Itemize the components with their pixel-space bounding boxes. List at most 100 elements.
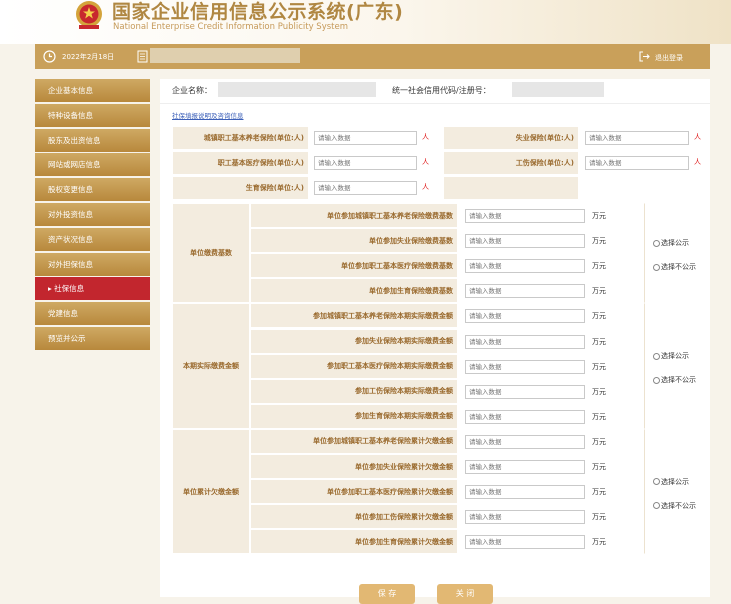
help-link[interactable]: 社保填报说明及咨询信息 <box>172 110 244 120</box>
row-input-actual-2[interactable] <box>465 359 585 374</box>
sidebar-item-equity-change[interactable]: 股权变更信息 <box>35 178 150 202</box>
row-input-arrears-0[interactable] <box>465 434 585 449</box>
publicity-options: 选择公示 选择不公示 <box>644 303 704 429</box>
logout-icon[interactable] <box>638 50 651 63</box>
row-input-base-1[interactable] <box>465 234 585 249</box>
radio-private-base[interactable]: 选择不公示 <box>653 262 696 272</box>
radio-circle-icon[interactable] <box>653 478 660 486</box>
insured-unit-unemployment: 人 <box>694 133 701 141</box>
row-input-base-0[interactable] <box>465 209 585 223</box>
sidebar-item-party-building[interactable]: 党建信息 <box>35 302 150 326</box>
radio-label: 选择公示 <box>661 352 689 361</box>
row-input-arrears-2[interactable] <box>465 485 585 500</box>
row-input-base-3[interactable] <box>465 284 585 299</box>
radio-public-arrears[interactable]: 选择公示 <box>653 477 689 487</box>
radio-label: 选择不公示 <box>661 263 696 272</box>
row-label-base-0: 单位参加城镇职工基本养老保险缴费基数 <box>327 211 453 220</box>
row-value-cell: 万元 <box>458 529 644 555</box>
radio-circle-icon[interactable] <box>653 239 660 247</box>
row-unit: 万元 <box>592 237 606 246</box>
row-input-arrears-1[interactable] <box>465 460 585 474</box>
row-input-actual-4[interactable] <box>465 409 585 424</box>
row-input-actual-0[interactable] <box>465 309 585 324</box>
row-unit: 万元 <box>592 262 606 271</box>
national-emblem-icon <box>76 1 102 29</box>
sidebar-item-guarantee[interactable]: 对外担保信息 <box>35 252 150 276</box>
row-input-arrears-3[interactable] <box>465 510 585 525</box>
row-value-cell: 万元 <box>458 353 644 379</box>
sidebar-item-investment[interactable]: 对外投资信息 <box>35 202 150 226</box>
insured-input-pension[interactable] <box>314 131 417 145</box>
row-value-cell: 万元 <box>458 504 644 530</box>
logout-link[interactable]: 退出登录 <box>655 53 683 63</box>
row-label-base-1: 单位参加失业保险缴费基数 <box>369 236 453 245</box>
sidebar-item-social-security[interactable]: ▸ 社保信息 <box>35 277 150 301</box>
publicity-options: 选择公示 选择不公示 <box>644 203 704 304</box>
credit-code-label: 统一社会信用代码/注册号： <box>392 86 491 95</box>
row-unit: 万元 <box>592 513 606 522</box>
insured-cell-pension: 人 <box>309 126 443 150</box>
sidebar-item-assets[interactable]: 资产状况信息 <box>35 227 150 251</box>
radio-circle-icon[interactable] <box>653 502 660 510</box>
insured-label-pension: 城镇职工基本养老保险(单位:人) <box>203 134 304 142</box>
radio-label: 选择公示 <box>661 477 689 486</box>
row-value-cell: 万元 <box>458 303 644 329</box>
sidebar-item-special-equipment[interactable]: 特种设备信息 <box>35 103 150 127</box>
row-value-cell: 万元 <box>458 278 644 304</box>
row-value-cell: 万元 <box>458 378 644 404</box>
row-unit: 万元 <box>592 337 606 346</box>
row-unit: 万元 <box>592 463 606 471</box>
info-bar: 2022年2月18日 退出登录 <box>35 44 710 69</box>
insured-input-unemployment[interactable] <box>585 131 689 145</box>
radio-circle-icon[interactable] <box>653 263 660 271</box>
row-label-base-2: 单位参加职工基本医疗保险缴费基数 <box>341 261 453 270</box>
current-date: 2022年2月18日 <box>62 53 115 61</box>
row-input-actual-3[interactable] <box>465 384 585 399</box>
row-unit: 万元 <box>592 387 606 396</box>
row-label-actual-1: 参加失业保险本期实际缴费金额 <box>355 337 453 346</box>
credit-code-redacted <box>512 82 604 97</box>
sidebar-item-preview-publish[interactable]: 预览并公示 <box>35 326 150 350</box>
insured-input-maternity[interactable] <box>314 181 417 195</box>
row-unit: 万元 <box>592 488 606 497</box>
close-button[interactable]: 关 闭 <box>437 584 493 604</box>
row-unit: 万元 <box>592 287 606 296</box>
radio-public-actual[interactable]: 选择公示 <box>653 351 689 361</box>
radio-label: 选择公示 <box>661 239 689 248</box>
insured-input-medical[interactable] <box>314 156 417 170</box>
sidebar: 企业基本信息 特种设备信息 股东及出资信息 网站或网店信息 股权变更信息 对外投… <box>35 79 150 352</box>
insured-label-maternity: 生育保险(单位:人) <box>245 184 304 192</box>
radio-public-base[interactable]: 选择公示 <box>653 238 689 248</box>
insured-unit-injury: 人 <box>694 158 701 166</box>
site-title: 国家企业信用信息公示系统(广东) <box>112 1 404 23</box>
radio-private-arrears[interactable]: 选择不公示 <box>653 501 696 511</box>
insured-input-injury[interactable] <box>585 156 689 170</box>
row-label-base-3: 单位参加生育保险缴费基数 <box>369 286 453 295</box>
row-label-arrears-2: 单位参加职工基本医疗保险累计欠缴金额 <box>327 487 453 496</box>
row-label-actual-2: 参加职工基本医疗保险本期实际缴费金额 <box>327 362 453 371</box>
row-input-actual-1[interactable] <box>465 334 585 349</box>
insured-cell-maternity: 人 <box>309 176 443 200</box>
radio-private-actual[interactable]: 选择不公示 <box>653 375 696 385</box>
row-unit: 万元 <box>592 362 606 371</box>
sidebar-item-shareholders[interactable]: 股东及出资信息 <box>35 128 150 152</box>
user-name-redacted <box>150 48 300 63</box>
row-unit: 万元 <box>592 437 606 446</box>
document-icon <box>137 50 148 63</box>
divider <box>160 103 710 104</box>
row-value-cell: 万元 <box>458 228 644 254</box>
radio-circle-icon[interactable] <box>653 352 660 360</box>
radio-circle-icon[interactable] <box>653 376 660 384</box>
group-title-actual: 本期实际缴费金额 <box>183 362 239 371</box>
row-unit: 万元 <box>592 538 606 547</box>
sidebar-item-basic-info[interactable]: 企业基本信息 <box>35 79 150 102</box>
row-unit: 万元 <box>592 312 606 321</box>
row-input-base-2[interactable] <box>465 259 585 274</box>
radio-label: 选择不公示 <box>661 501 696 510</box>
row-unit: 万元 <box>592 212 606 220</box>
insured-unit-maternity: 人 <box>422 183 429 191</box>
save-button[interactable]: 保 存 <box>359 584 415 604</box>
row-input-arrears-4[interactable] <box>465 535 585 550</box>
group-title-arrears: 单位累计欠缴金额 <box>183 487 239 496</box>
sidebar-item-websites[interactable]: 网站或网店信息 <box>35 153 150 177</box>
